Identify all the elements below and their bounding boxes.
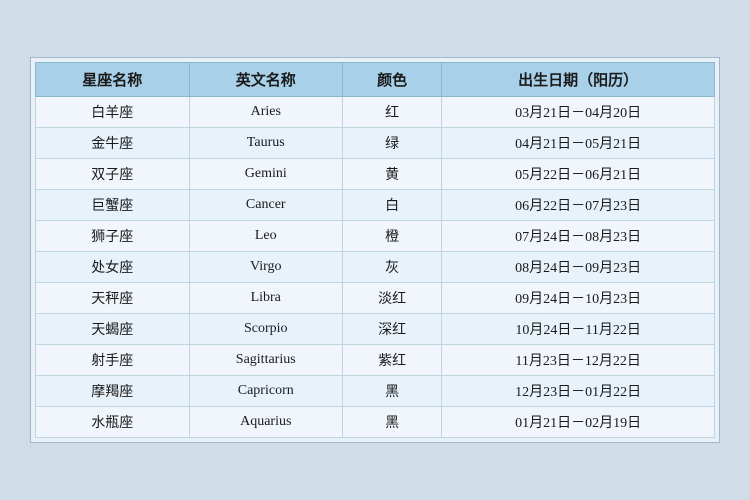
table-row: 水瓶座Aquarius黑01月21日－02月19日	[36, 407, 715, 438]
zodiac-table-container: 星座名称英文名称颜色出生日期（阳历） 白羊座Aries红03月21日－04月20…	[30, 57, 720, 443]
table-cell: 橙	[343, 221, 442, 252]
table-cell: 绿	[343, 128, 442, 159]
table-cell: 黑	[343, 407, 442, 438]
table-cell: 深红	[343, 314, 442, 345]
table-cell: 天蝎座	[36, 314, 190, 345]
table-cell: 黄	[343, 159, 442, 190]
table-row: 双子座Gemini黄05月22日－06月21日	[36, 159, 715, 190]
table-cell: Virgo	[189, 252, 343, 283]
table-cell: 08月24日－09月23日	[442, 252, 715, 283]
table-cell: 红	[343, 97, 442, 128]
table-cell: Aries	[189, 97, 343, 128]
table-cell: 05月22日－06月21日	[442, 159, 715, 190]
table-cell: Aquarius	[189, 407, 343, 438]
table-row: 巨蟹座Cancer白06月22日－07月23日	[36, 190, 715, 221]
table-cell: Gemini	[189, 159, 343, 190]
table-cell: 淡红	[343, 283, 442, 314]
table-row: 白羊座Aries红03月21日－04月20日	[36, 97, 715, 128]
table-header-cell: 颜色	[343, 63, 442, 97]
table-cell: 灰	[343, 252, 442, 283]
table-cell: 处女座	[36, 252, 190, 283]
table-cell: 双子座	[36, 159, 190, 190]
table-cell: Taurus	[189, 128, 343, 159]
table-cell: Libra	[189, 283, 343, 314]
table-cell: 12月23日－01月22日	[442, 376, 715, 407]
table-cell: Cancer	[189, 190, 343, 221]
table-cell: 09月24日－10月23日	[442, 283, 715, 314]
table-cell: 03月21日－04月20日	[442, 97, 715, 128]
table-row: 天秤座Libra淡红09月24日－10月23日	[36, 283, 715, 314]
table-cell: 11月23日－12月22日	[442, 345, 715, 376]
table-cell: Capricorn	[189, 376, 343, 407]
table-cell: 黑	[343, 376, 442, 407]
table-cell: 06月22日－07月23日	[442, 190, 715, 221]
zodiac-table: 星座名称英文名称颜色出生日期（阳历） 白羊座Aries红03月21日－04月20…	[35, 62, 715, 438]
table-cell: Leo	[189, 221, 343, 252]
table-cell: Scorpio	[189, 314, 343, 345]
table-cell: 白羊座	[36, 97, 190, 128]
table-row: 处女座Virgo灰08月24日－09月23日	[36, 252, 715, 283]
table-row: 射手座Sagittarius紫红11月23日－12月22日	[36, 345, 715, 376]
table-row: 摩羯座Capricorn黑12月23日－01月22日	[36, 376, 715, 407]
table-header-row: 星座名称英文名称颜色出生日期（阳历）	[36, 63, 715, 97]
table-header-cell: 星座名称	[36, 63, 190, 97]
table-cell: 摩羯座	[36, 376, 190, 407]
table-cell: Sagittarius	[189, 345, 343, 376]
table-cell: 紫红	[343, 345, 442, 376]
table-cell: 04月21日－05月21日	[442, 128, 715, 159]
table-cell: 天秤座	[36, 283, 190, 314]
table-cell: 射手座	[36, 345, 190, 376]
table-row: 天蝎座Scorpio深红10月24日－11月22日	[36, 314, 715, 345]
table-row: 金牛座Taurus绿04月21日－05月21日	[36, 128, 715, 159]
table-cell: 白	[343, 190, 442, 221]
table-row: 狮子座Leo橙07月24日－08月23日	[36, 221, 715, 252]
table-cell: 狮子座	[36, 221, 190, 252]
table-header-cell: 出生日期（阳历）	[442, 63, 715, 97]
table-cell: 07月24日－08月23日	[442, 221, 715, 252]
table-cell: 01月21日－02月19日	[442, 407, 715, 438]
table-cell: 10月24日－11月22日	[442, 314, 715, 345]
table-cell: 金牛座	[36, 128, 190, 159]
table-cell: 巨蟹座	[36, 190, 190, 221]
table-cell: 水瓶座	[36, 407, 190, 438]
table-header-cell: 英文名称	[189, 63, 343, 97]
